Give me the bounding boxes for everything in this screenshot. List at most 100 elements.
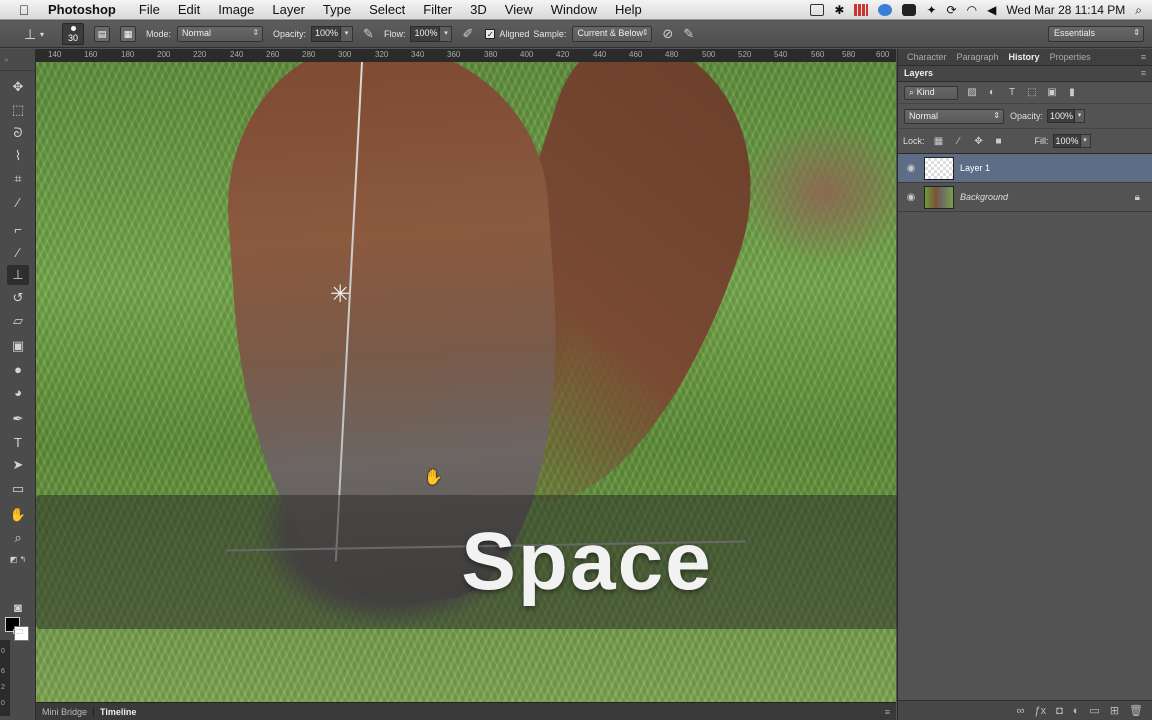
lock-image-icon[interactable]: ⁄: [953, 136, 965, 147]
filter-smart-object-icon[interactable]: ▣: [1046, 87, 1058, 98]
filter-shape-icon[interactable]: ⬚: [1026, 87, 1038, 98]
layer-row-background[interactable]: ◉ Background 🔒︎: [898, 183, 1152, 212]
clock[interactable]: Wed Mar 28 11:14 PM: [1006, 3, 1125, 17]
path-selection-tool-icon[interactable]: ➤: [7, 455, 29, 475]
camera-icon[interactable]: [810, 4, 825, 16]
visibility-eye-icon[interactable]: ◉: [898, 192, 924, 203]
layer-name[interactable]: Background: [960, 192, 1135, 202]
menu-edit[interactable]: Edit: [169, 2, 209, 17]
dodge-tool-icon[interactable]: ◕: [7, 382, 29, 402]
brightness-icon[interactable]: ✱: [834, 3, 844, 17]
plus-status-icon[interactable]: [902, 4, 917, 16]
tools-panel-grip[interactable]: »: [0, 49, 35, 71]
menu-help[interactable]: Help: [606, 2, 651, 17]
meter-icon[interactable]: [854, 4, 869, 16]
menu-select[interactable]: Select: [360, 2, 414, 17]
hand-tool-icon[interactable]: ✋: [7, 505, 29, 525]
filter-kind-select[interactable]: ⌕ Kind: [904, 85, 958, 100]
filter-toggle-icon[interactable]: ▮: [1066, 87, 1078, 98]
blur-tool-icon[interactable]: ●: [7, 359, 29, 379]
gradient-tool-icon[interactable]: ▣: [7, 336, 29, 356]
volume-icon[interactable]: ◀: [987, 3, 996, 17]
ignore-adjustment-layers-icon[interactable]: ⊘: [662, 26, 673, 42]
opacity-dropdown[interactable]: ▾: [341, 26, 354, 42]
lock-all-icon[interactable]: ■: [993, 136, 1005, 147]
visibility-eye-icon[interactable]: ◉: [898, 163, 924, 174]
layers-panel-title[interactable]: Layers: [904, 68, 933, 79]
tab-timeline[interactable]: Timeline: [93, 706, 142, 717]
flow-dropdown[interactable]: ▾: [440, 26, 453, 42]
brush-preset-picker[interactable]: 30: [62, 23, 84, 45]
screen-mode-icon[interactable]: ▭: [7, 621, 29, 641]
workspace-select[interactable]: Essentials: [1048, 26, 1144, 42]
sync-icon[interactable]: ⟳: [947, 3, 957, 17]
layer-opacity-dropdown[interactable]: ▾: [1075, 109, 1086, 123]
tab-paragraph[interactable]: Paragraph: [952, 52, 1004, 62]
tool-preset-picker[interactable]: ⊥ ▾: [14, 23, 54, 45]
marquee-tool-icon[interactable]: ⬚: [7, 100, 29, 120]
opacity-input[interactable]: 100%: [311, 26, 342, 42]
menu-window[interactable]: Window: [542, 2, 606, 17]
quick-mask-icon[interactable]: ◙: [7, 597, 29, 617]
fill-dropdown[interactable]: ▾: [1080, 134, 1091, 148]
wifi-icon[interactable]: ◠: [967, 3, 977, 17]
lock-transparent-icon[interactable]: ▦: [933, 136, 945, 147]
menu-file[interactable]: File: [130, 2, 169, 17]
link-layers-icon[interactable]: ∞: [1017, 705, 1025, 717]
bluetooth-icon[interactable]: ✦: [926, 3, 936, 17]
quick-selection-tool-icon[interactable]: ⌇: [7, 146, 29, 166]
new-group-icon[interactable]: ▭: [1089, 704, 1099, 717]
zoom-tool-icon[interactable]: ⌕: [7, 528, 29, 548]
default-colors-icon[interactable]: ◩ ↰: [7, 549, 29, 569]
layer-row-layer-1[interactable]: ◉ Layer 1: [898, 154, 1152, 183]
filter-pixel-icon[interactable]: ▨: [966, 87, 978, 98]
menu-image[interactable]: Image: [209, 2, 263, 17]
spotlight-search-icon[interactable]: ⌕: [1135, 3, 1142, 18]
menu-app-name[interactable]: Photoshop: [48, 2, 116, 17]
pressure-size-icon[interactable]: ✎: [683, 26, 694, 42]
sample-select[interactable]: Current & Below: [572, 26, 653, 42]
tab-mini-bridge[interactable]: Mini Bridge: [36, 707, 93, 717]
menu-layer[interactable]: Layer: [263, 2, 314, 17]
clone-stamp-tool-icon[interactable]: ⊥: [7, 265, 29, 285]
app-status-icon[interactable]: [878, 4, 893, 16]
tab-properties[interactable]: Properties: [1045, 52, 1096, 62]
fill-input[interactable]: 100%: [1052, 134, 1081, 148]
delete-layer-icon[interactable]: 🗑︎: [1129, 704, 1143, 717]
add-mask-icon[interactable]: ◘: [1056, 705, 1063, 717]
flow-input[interactable]: 100%: [410, 26, 441, 42]
healing-brush-tool-icon[interactable]: ⌐: [7, 219, 29, 239]
apple-menu-icon[interactable]: : [0, 2, 48, 18]
type-tool-icon[interactable]: T: [7, 432, 29, 452]
pen-tool-icon[interactable]: ✒: [7, 409, 29, 429]
filter-adjustment-icon[interactable]: ◐: [986, 87, 998, 98]
lock-position-icon[interactable]: ✥: [973, 136, 985, 147]
history-brush-tool-icon[interactable]: ↺: [7, 288, 29, 308]
eyedropper-tool-icon[interactable]: ⁄: [7, 192, 29, 212]
airbrush-icon[interactable]: ✐: [462, 26, 473, 42]
menu-type[interactable]: Type: [314, 2, 360, 17]
move-tool-icon[interactable]: ✥: [7, 77, 29, 97]
adjustment-layer-icon[interactable]: ◐: [1073, 705, 1080, 717]
blend-mode-select[interactable]: Normal: [904, 108, 1004, 124]
clone-source-toggle[interactable]: ▦: [120, 26, 136, 42]
eraser-tool-icon[interactable]: ▱: [7, 311, 29, 331]
panel-menu-icon[interactable]: ≡: [885, 707, 890, 717]
crop-tool-icon[interactable]: ⌗: [7, 169, 29, 189]
mode-select[interactable]: Normal: [177, 26, 264, 42]
tab-character[interactable]: Character: [902, 52, 952, 62]
aligned-checkbox[interactable]: ✓: [485, 29, 496, 39]
menu-view[interactable]: View: [496, 2, 542, 17]
panel-menu-icon[interactable]: ≡: [1141, 52, 1146, 62]
brush-tool-icon[interactable]: ⁄: [7, 242, 29, 262]
tab-history[interactable]: History: [1004, 52, 1045, 62]
menu-filter[interactable]: Filter: [414, 2, 461, 17]
pressure-opacity-icon[interactable]: ✎: [363, 26, 374, 42]
layer-style-icon[interactable]: ƒx: [1034, 705, 1046, 717]
brush-panel-toggle[interactable]: ▤: [94, 26, 110, 42]
new-layer-icon[interactable]: ⊞: [1110, 704, 1119, 717]
filter-type-icon[interactable]: T: [1006, 87, 1018, 98]
layers-menu-icon[interactable]: ≡: [1141, 68, 1146, 79]
lasso-tool-icon[interactable]: ᘐ: [7, 123, 29, 143]
shape-tool-icon[interactable]: ▭: [7, 479, 29, 499]
